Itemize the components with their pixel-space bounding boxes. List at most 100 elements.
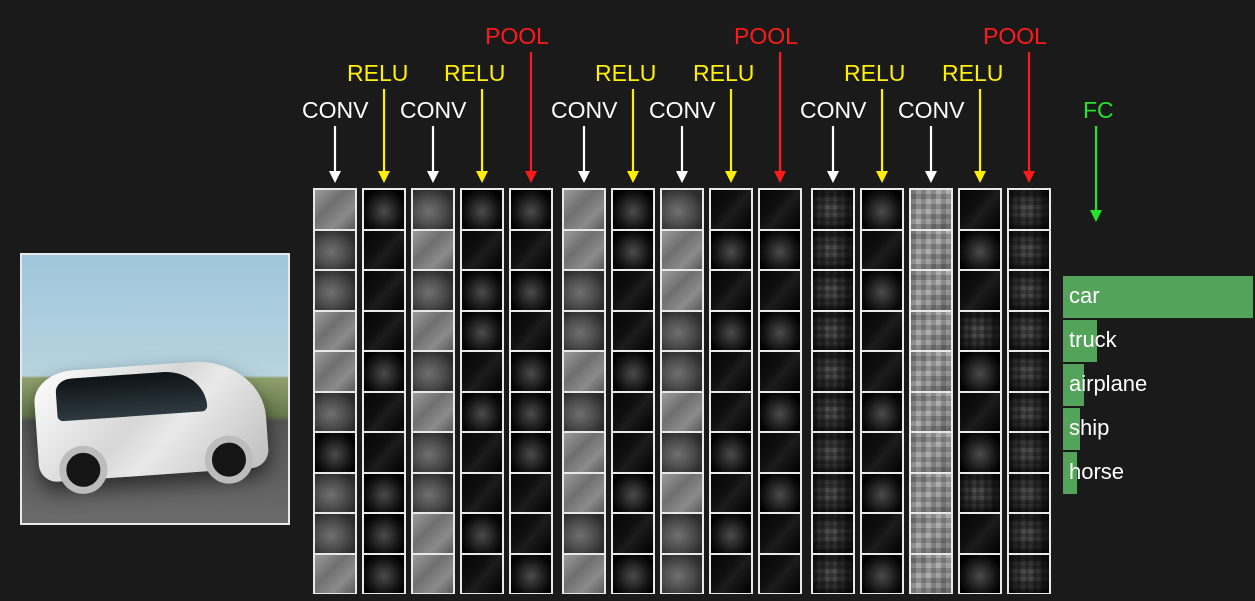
feature-map-column-conv6: [909, 188, 953, 594]
feature-map-tile: [662, 474, 702, 513]
feature-map-tile: [564, 352, 604, 391]
feature-map-tile: [911, 555, 951, 594]
feature-map-tile: [1009, 514, 1049, 553]
feature-map-tile: [1009, 312, 1049, 351]
feature-map-tile: [662, 312, 702, 351]
arrow-conv6: [923, 126, 939, 187]
feature-map-tile: [364, 514, 404, 553]
feature-map-tile: [315, 190, 355, 229]
feature-map-tile: [364, 312, 404, 351]
layer-label-relu6: RELU: [942, 60, 1003, 87]
feature-map-tile: [364, 555, 404, 594]
feature-map-tile: [662, 514, 702, 553]
feature-map-tile: [364, 474, 404, 513]
class-bar-airplane: airplane: [1063, 364, 1255, 406]
feature-map-tile: [315, 555, 355, 594]
feature-map-tile: [813, 514, 853, 553]
arrow-conv3: [576, 126, 592, 187]
feature-map-tile: [413, 231, 453, 270]
feature-map-tile: [413, 474, 453, 513]
feature-map-tile: [862, 352, 902, 391]
feature-map-tile: [511, 474, 551, 513]
feature-map-tile: [711, 231, 751, 270]
feature-map-column-relu5: [860, 188, 904, 594]
feature-map-tile: [511, 352, 551, 391]
feature-map-tile: [711, 271, 751, 310]
feature-map-tile: [711, 474, 751, 513]
feature-map-tile: [760, 352, 800, 391]
feature-map-tile: [1009, 271, 1049, 310]
feature-map-tile: [564, 312, 604, 351]
feature-map-column-pool1: [509, 188, 553, 594]
class-label: ship: [1069, 415, 1109, 441]
feature-map-column-conv5: [811, 188, 855, 594]
feature-map-tile: [462, 555, 502, 594]
feature-map-tile: [911, 393, 951, 432]
feature-map-column-conv1: [313, 188, 357, 594]
feature-map-tile: [315, 474, 355, 513]
feature-map-column-relu3: [611, 188, 655, 594]
feature-map-tile: [564, 393, 604, 432]
feature-map-tile: [413, 271, 453, 310]
feature-map-tile: [1009, 352, 1049, 391]
arrow-pool1: [523, 52, 539, 187]
feature-map-tile: [315, 514, 355, 553]
feature-map-tile: [462, 474, 502, 513]
class-label: horse: [1069, 459, 1124, 485]
feature-map-tile: [711, 555, 751, 594]
feature-map-tile: [960, 474, 1000, 513]
feature-map-tile: [462, 190, 502, 229]
arrow-relu1: [376, 89, 392, 187]
feature-map-tile: [760, 474, 800, 513]
layer-label-conv4: CONV: [649, 97, 715, 124]
feature-map-tile: [813, 433, 853, 472]
feature-map-tile: [1009, 555, 1049, 594]
feature-map-tile: [613, 271, 653, 310]
feature-map-tile: [613, 312, 653, 351]
feature-map-tile: [511, 312, 551, 351]
arrow-relu2: [474, 89, 490, 187]
feature-map-tile: [862, 271, 902, 310]
class-bar-ship: ship: [1063, 408, 1255, 450]
feature-map-tile: [613, 231, 653, 270]
feature-map-tile: [564, 271, 604, 310]
feature-map-tile: [862, 393, 902, 432]
feature-map-tile: [813, 555, 853, 594]
feature-map-tile: [413, 190, 453, 229]
feature-map-column-relu6: [958, 188, 1002, 594]
arrow-relu4: [723, 89, 739, 187]
feature-map-tile: [315, 433, 355, 472]
feature-map-tile: [613, 190, 653, 229]
feature-map-tile: [711, 433, 751, 472]
feature-map-tile: [862, 312, 902, 351]
feature-map-tile: [960, 190, 1000, 229]
feature-map-tile: [364, 190, 404, 229]
feature-map-tile: [413, 514, 453, 553]
feature-map-tile: [711, 190, 751, 229]
feature-map-tile: [613, 474, 653, 513]
arrow-conv1: [327, 126, 343, 187]
feature-map-tile: [662, 231, 702, 270]
feature-map-tile: [462, 231, 502, 270]
feature-map-column-pool2: [758, 188, 802, 594]
layer-label-relu2: RELU: [444, 60, 505, 87]
arrow-pool3: [1021, 52, 1037, 187]
layer-label-conv1: CONV: [302, 97, 368, 124]
arrow-conv4: [674, 126, 690, 187]
feature-map-tile: [960, 555, 1000, 594]
feature-map-tile: [711, 393, 751, 432]
feature-map-tile: [511, 433, 551, 472]
feature-map-tile: [564, 231, 604, 270]
feature-map-tile: [813, 393, 853, 432]
feature-map-tile: [911, 352, 951, 391]
feature-map-tile: [862, 474, 902, 513]
feature-map-tile: [662, 433, 702, 472]
feature-map-tile: [564, 190, 604, 229]
feature-map-tile: [1009, 231, 1049, 270]
feature-map-tile: [862, 231, 902, 270]
class-bar-truck: truck: [1063, 320, 1255, 362]
feature-map-tile: [511, 271, 551, 310]
layer-label-relu1: RELU: [347, 60, 408, 87]
feature-map-tile: [613, 433, 653, 472]
feature-map-column-relu2: [460, 188, 504, 594]
